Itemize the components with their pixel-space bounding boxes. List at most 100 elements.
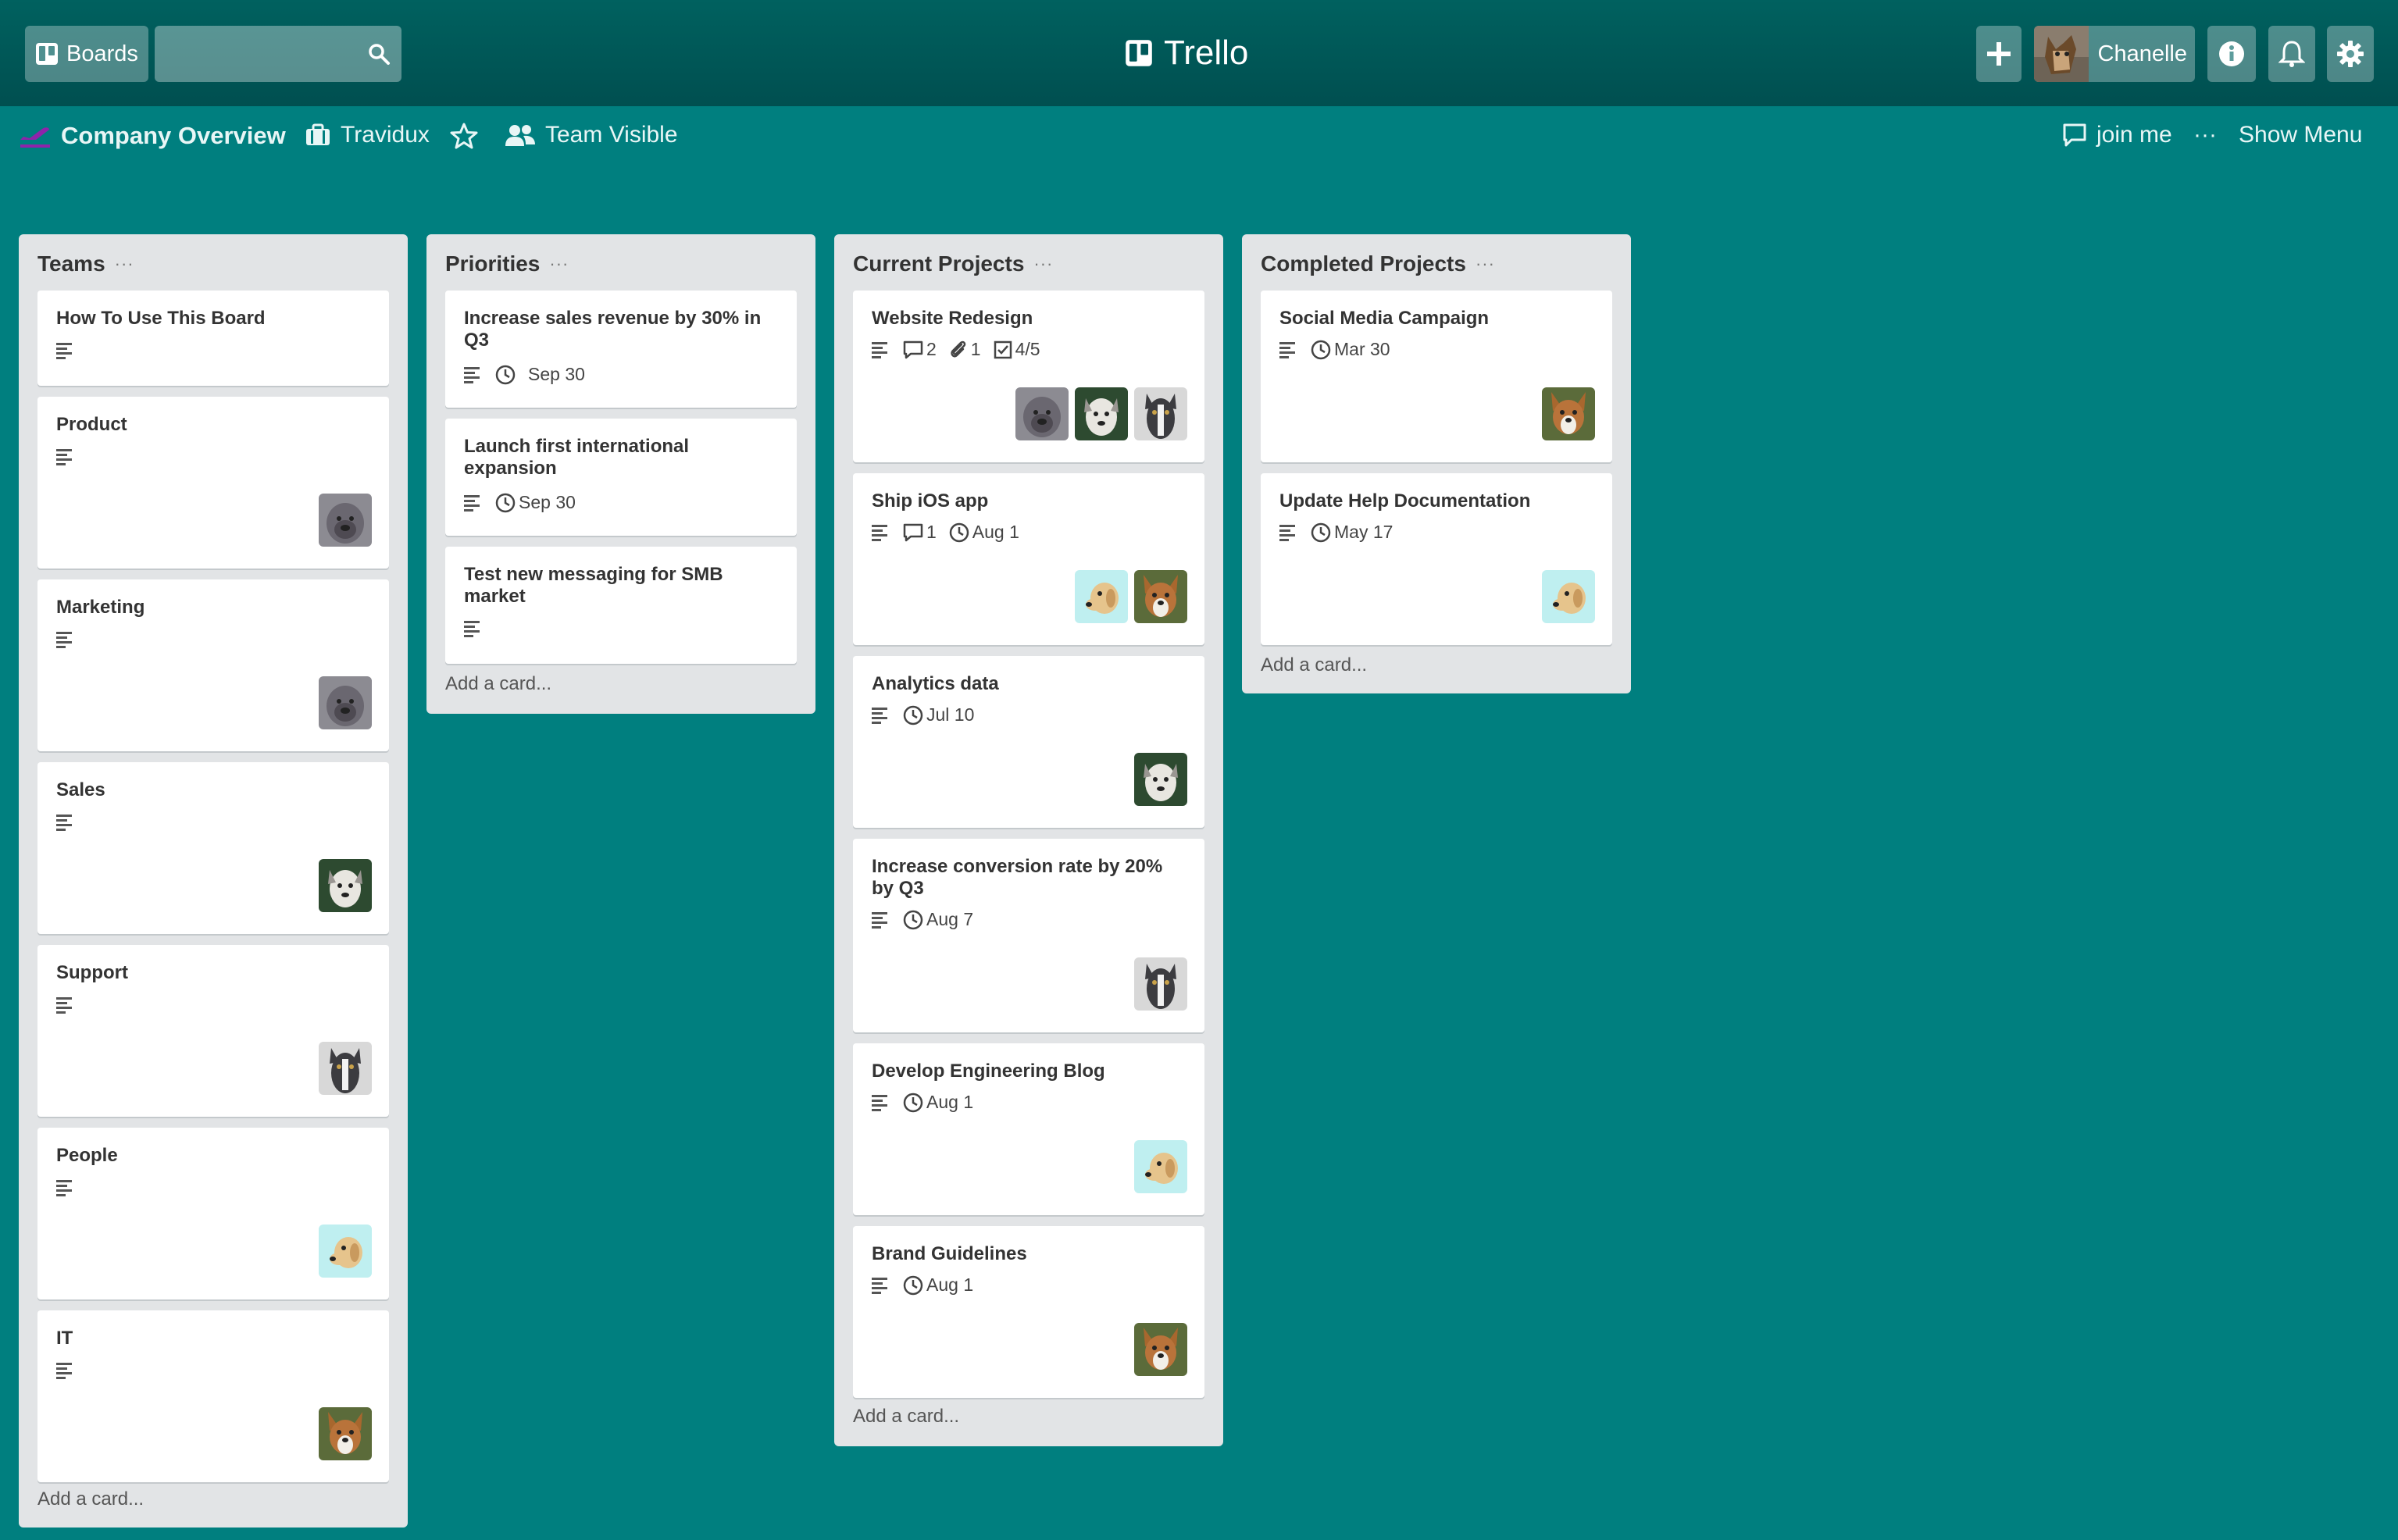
description-icon xyxy=(872,1277,890,1294)
list-title[interactable]: Teams ··· xyxy=(37,251,134,276)
visibility-button[interactable]: Team Visible xyxy=(505,122,678,148)
card-title: Increase conversion rate by 20% by Q3 xyxy=(872,856,1163,899)
list-menu-icon[interactable]: ··· xyxy=(1476,254,1495,274)
member-avatar[interactable] xyxy=(1075,570,1128,623)
member-avatar[interactable] xyxy=(319,1225,372,1278)
card-members xyxy=(1134,753,1187,806)
board-title[interactable]: Company Overview xyxy=(19,122,286,150)
add-card-button[interactable]: Add a card... xyxy=(1261,654,1367,676)
list-menu-icon[interactable]: ··· xyxy=(1033,254,1053,274)
description-icon xyxy=(872,524,890,541)
list-menu-icon[interactable]: ··· xyxy=(115,254,134,274)
card[interactable]: Brand Guidelines Aug 1 xyxy=(853,1226,1204,1398)
list-title[interactable]: Current Projects ··· xyxy=(853,251,1053,276)
member-avatar[interactable] xyxy=(1134,1140,1187,1193)
show-menu-button[interactable]: Show Menu xyxy=(2239,122,2362,148)
due-date: Sep 30 xyxy=(528,364,585,384)
member-avatar[interactable] xyxy=(1134,1323,1187,1376)
card[interactable]: Sales xyxy=(37,762,389,934)
member-avatar[interactable] xyxy=(319,1407,372,1460)
description-icon xyxy=(1279,341,1298,358)
card[interactable]: Increase conversion rate by 20% by Q3 Au… xyxy=(853,839,1204,1032)
member-avatar[interactable] xyxy=(1134,570,1187,623)
card-badges: Aug 1 xyxy=(872,1092,973,1113)
card[interactable]: People xyxy=(37,1128,389,1299)
list-current-projects: Current Projects ··· Website Redesign 2 … xyxy=(834,234,1223,1446)
card[interactable]: Ship iOS app 1 Aug 1 xyxy=(853,473,1204,645)
card[interactable]: Increase sales revenue by 30% in Q3 Sep … xyxy=(445,291,797,408)
card[interactable]: Test new messaging for SMB market xyxy=(445,547,797,664)
clock-icon xyxy=(949,522,969,543)
member-avatar[interactable] xyxy=(1015,387,1069,440)
card-members xyxy=(1134,1323,1187,1376)
search-input[interactable] xyxy=(155,26,401,82)
card-members xyxy=(319,1407,372,1460)
member-avatar[interactable] xyxy=(1542,570,1595,623)
card-title: Launch first international expansion xyxy=(464,436,690,479)
description-icon xyxy=(872,911,890,929)
due-date-badge: Sep 30 xyxy=(495,364,585,385)
add-button[interactable] xyxy=(1976,26,2022,82)
description-icon xyxy=(56,1179,75,1196)
list-title-text: Current Projects xyxy=(853,251,1025,276)
due-date: Aug 1 xyxy=(926,1274,974,1295)
member-avatar[interactable] xyxy=(1134,387,1187,440)
card-badges xyxy=(464,620,483,637)
card[interactable]: Update Help Documentation May 17 xyxy=(1261,473,1612,645)
card[interactable]: Product xyxy=(37,397,389,569)
card-badges xyxy=(56,631,75,648)
member-avatar[interactable] xyxy=(1134,753,1187,806)
more-options-button[interactable]: ··· xyxy=(2193,122,2217,148)
member-avatar[interactable] xyxy=(319,1042,372,1095)
card-members xyxy=(1542,570,1595,623)
boards-button[interactable]: Boards xyxy=(25,26,148,82)
add-card-button[interactable]: Add a card... xyxy=(445,673,551,695)
card-badges: Sep 30 xyxy=(464,364,585,385)
search-icon xyxy=(367,42,391,66)
comment-icon xyxy=(2062,123,2087,148)
due-date-badge: Jul 10 xyxy=(903,704,974,725)
star-button[interactable] xyxy=(450,122,478,150)
description-icon xyxy=(56,448,75,465)
comments-badge: 2 xyxy=(903,339,937,360)
app-logo[interactable]: Trello xyxy=(1125,30,1248,77)
list-menu-icon[interactable]: ··· xyxy=(549,254,569,274)
member-avatar[interactable] xyxy=(1542,387,1595,440)
card[interactable]: Marketing xyxy=(37,579,389,751)
card-title: IT xyxy=(56,1328,73,1349)
member-avatar[interactable] xyxy=(1134,957,1187,1011)
card[interactable]: Website Redesign 2 1 4/5 xyxy=(853,291,1204,462)
card[interactable]: How To Use This Board xyxy=(37,291,389,386)
workspace-link[interactable]: Travidux xyxy=(305,122,430,148)
card[interactable]: IT xyxy=(37,1310,389,1482)
settings-button[interactable] xyxy=(2327,26,2374,82)
paperclip-icon xyxy=(949,340,968,360)
card[interactable]: Support xyxy=(37,945,389,1117)
card[interactable]: Develop Engineering Blog Aug 1 xyxy=(853,1043,1204,1215)
user-menu-button[interactable]: Chanelle xyxy=(2034,26,2195,82)
list-title[interactable]: Priorities ··· xyxy=(445,251,569,276)
description-icon xyxy=(56,631,75,648)
info-button[interactable] xyxy=(2207,26,2256,82)
user-name: Chanelle xyxy=(2097,41,2187,66)
list-title[interactable]: Completed Projects ··· xyxy=(1261,251,1495,276)
comments-badge: 1 xyxy=(903,522,937,543)
card[interactable]: Social Media Campaign Mar 30 xyxy=(1261,291,1612,462)
member-avatar[interactable] xyxy=(319,676,372,729)
card-title: Social Media Campaign xyxy=(1279,308,1490,329)
member-avatar[interactable] xyxy=(1075,387,1128,440)
description-icon xyxy=(1279,524,1298,541)
card-badges: May 17 xyxy=(1279,522,1393,543)
airplane-icon xyxy=(19,123,52,149)
notifications-button[interactable] xyxy=(2268,26,2315,82)
list-completed-projects: Completed Projects ··· Social Media Camp… xyxy=(1242,234,1631,693)
add-card-button[interactable]: Add a card... xyxy=(853,1406,959,1428)
join-me-button[interactable]: join me xyxy=(2062,122,2172,148)
add-card-button[interactable]: Add a card... xyxy=(37,1488,144,1510)
member-avatar[interactable] xyxy=(319,859,372,912)
card[interactable]: Launch first international expansion Sep… xyxy=(445,419,797,536)
description-icon xyxy=(464,620,483,637)
card[interactable]: Analytics data Jul 10 xyxy=(853,656,1204,828)
member-avatar[interactable] xyxy=(319,494,372,547)
card-title: Increase sales revenue by 30% in Q3 xyxy=(464,308,762,351)
